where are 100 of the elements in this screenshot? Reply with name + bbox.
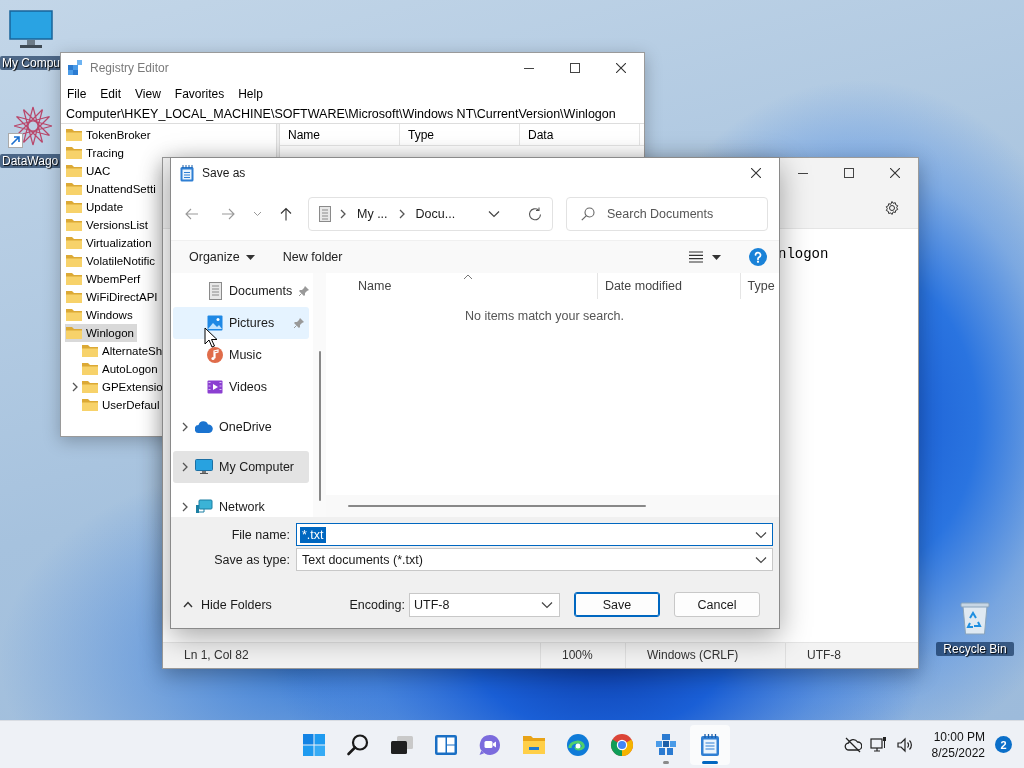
tree-item[interactable]: Tracing <box>65 144 127 162</box>
video-icon <box>207 379 223 395</box>
chevron-down-icon <box>252 211 262 217</box>
chevron-right-icon[interactable] <box>71 382 79 392</box>
tree-item[interactable]: UnattendSetti <box>65 180 159 198</box>
chat-icon <box>478 732 502 757</box>
music-icon <box>207 347 223 363</box>
folder-icon <box>65 128 83 142</box>
folder-icon <box>65 146 83 160</box>
network-icon <box>869 735 888 754</box>
notepad-button[interactable] <box>690 724 730 765</box>
notepad-icon <box>698 732 722 757</box>
tree-item[interactable]: AutoLogon <box>81 360 161 378</box>
nav-item[interactable]: Network <box>173 491 309 517</box>
widgets-icon <box>434 732 458 757</box>
menu-item[interactable]: File <box>67 86 87 101</box>
breadcrumb-item[interactable]: Docu... <box>413 207 458 221</box>
help-button[interactable] <box>749 248 767 266</box>
notification-badge[interactable]: 2 <box>995 736 1012 753</box>
column-header[interactable]: Type <box>739 273 779 299</box>
menu-item[interactable]: Help <box>238 86 263 101</box>
monitor-icon <box>195 459 213 475</box>
field-label: File name: <box>230 527 290 542</box>
folder-icon <box>81 398 99 412</box>
windows-logo-icon <box>302 732 326 757</box>
file-name-field[interactable]: *.txt <box>296 523 773 546</box>
tree-item[interactable]: Winlogon <box>65 324 137 342</box>
new-folder-button[interactable]: New folder <box>276 244 349 270</box>
clock-time[interactable]: 10:00 PM <box>933 728 985 745</box>
column-header[interactable]: Type <box>400 124 520 145</box>
refresh-button[interactable] <box>528 207 542 221</box>
folder-icon <box>81 344 99 358</box>
breadcrumb-item[interactable]: My ... <box>355 207 390 221</box>
chevron-down-icon <box>488 210 500 218</box>
nav-item[interactable]: My Computer <box>173 451 309 483</box>
chevron-right-icon <box>339 209 347 219</box>
dialog-title: Save as <box>202 166 246 180</box>
tree-item[interactable]: UserDefaul <box>81 396 163 414</box>
status-text: Windows (CRLF) <box>625 643 785 668</box>
chevron-right-icon[interactable] <box>181 502 189 512</box>
tree-item[interactable]: Windows <box>65 306 136 324</box>
file-type-dropdown[interactable]: Text documents (*.txt) <box>296 548 773 571</box>
notepad-icon <box>180 164 194 182</box>
maximize-icon <box>844 168 854 178</box>
encoding-dropdown[interactable]: UTF-8 <box>409 592 560 617</box>
network-icon <box>195 499 213 515</box>
folder-icon <box>65 182 83 196</box>
chevron-down-icon[interactable] <box>755 530 767 539</box>
pin-icon <box>298 285 311 297</box>
nav-item[interactable]: Music <box>173 339 309 371</box>
tree-item[interactable]: WbemPerf <box>65 270 144 288</box>
folder-icon <box>65 326 83 340</box>
nav-item[interactable]: Pictures <box>173 307 309 339</box>
up-arrow-icon <box>280 207 292 221</box>
cloud-off-icon <box>843 735 862 754</box>
monitor-icon[interactable] <box>9 10 53 50</box>
cancel-button[interactable]: Cancel <box>674 592 760 617</box>
speaker-icon <box>895 735 914 754</box>
tree-item[interactable]: VolatileNotific <box>65 252 159 270</box>
search-field[interactable]: Search Documents <box>607 207 757 221</box>
column-header[interactable]: Data <box>520 124 640 145</box>
clock-date[interactable]: 8/25/2022 <box>931 744 985 761</box>
tree-item[interactable]: AlternateSh <box>81 342 166 360</box>
hide-folders-button[interactable]: Hide Folders <box>183 597 272 612</box>
desktop-icon-label[interactable]: My Compu <box>0 56 62 70</box>
chevron-right-icon[interactable] <box>181 422 189 432</box>
history-dropdown-button[interactable] <box>488 210 500 218</box>
column-header[interactable]: Name <box>280 124 400 145</box>
nav-item[interactable]: Videos <box>173 371 309 403</box>
folder-icon <box>65 308 83 322</box>
menu-item[interactable]: Favorites <box>174 86 225 101</box>
desktop-icon-label[interactable]: DataWago <box>0 154 62 168</box>
menu-item[interactable]: Edit <box>100 86 122 101</box>
save-button[interactable]: Save <box>574 592 660 617</box>
tree-item[interactable]: Virtualization <box>65 234 155 252</box>
tree-item[interactable]: VersionsList <box>65 216 151 234</box>
tree-item[interactable]: GPExtensio <box>81 378 166 396</box>
back-arrow-icon <box>185 208 199 220</box>
nav-item[interactable]: Documents <box>173 275 309 307</box>
chevron-right-icon[interactable] <box>181 462 189 472</box>
folder-icon <box>65 290 83 304</box>
settings-icon <box>884 200 900 216</box>
chevron-up-icon <box>183 601 193 608</box>
search-icon <box>581 207 595 221</box>
address-bar[interactable]: My ... Docu... <box>308 197 553 231</box>
desktop-icon-label[interactable]: Recycle Bin <box>936 642 1014 656</box>
tree-item[interactable]: Update <box>65 198 127 216</box>
forward-arrow-icon <box>221 208 235 220</box>
nav-item[interactable]: OneDrive <box>173 411 309 443</box>
search-box[interactable]: Search Documents <box>566 197 768 231</box>
menu-item[interactable]: View <box>135 86 161 101</box>
field-label: Encoding: <box>349 597 405 612</box>
column-header[interactable]: Name <box>346 273 597 299</box>
organize-button[interactable]: Organize <box>183 244 261 270</box>
address-field[interactable]: Computer\HKEY_LOCAL_MACHINE\SOFTWARE\Microsoft\Windows NT\CurrentVersion\Winlogon <box>61 104 644 124</box>
tree-item[interactable]: UAC <box>65 162 114 180</box>
tree-item[interactable]: WiFiDirectAPI <box>65 288 161 306</box>
app-shortcut-icon[interactable] <box>8 104 54 148</box>
tree-item[interactable]: TokenBroker <box>65 126 154 144</box>
column-header[interactable]: Date modified <box>596 273 740 299</box>
